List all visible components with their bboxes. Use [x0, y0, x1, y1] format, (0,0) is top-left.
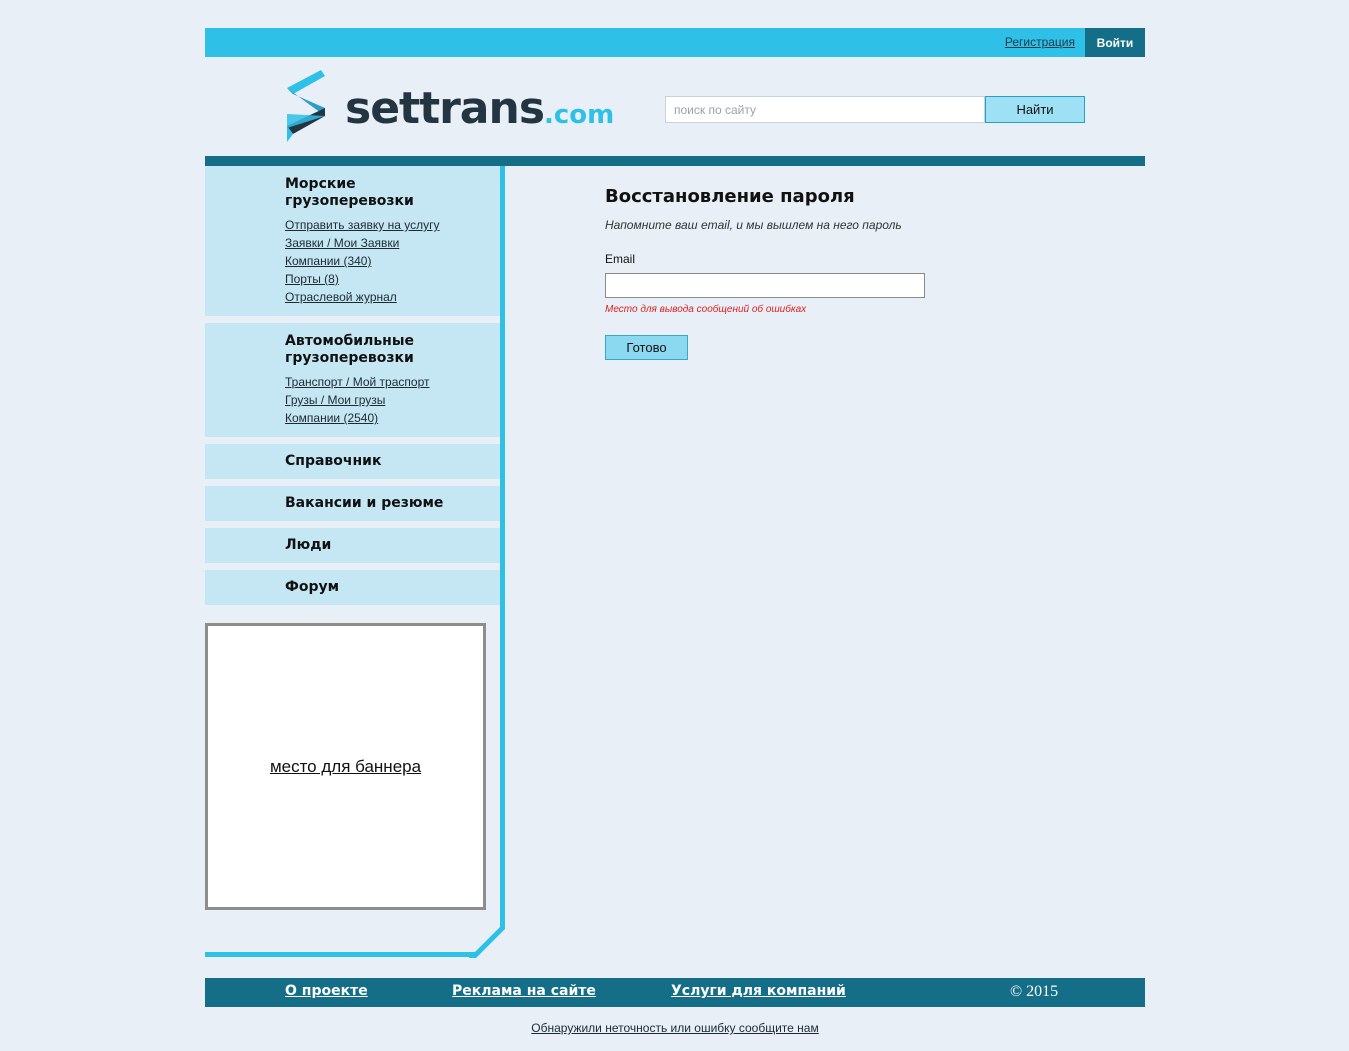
- header-divider: [205, 156, 1145, 166]
- footer-link-services[interactable]: Услуги для компаний: [671, 983, 846, 999]
- sidebar-link-auto-companies[interactable]: Компании (2540): [285, 409, 500, 427]
- search-button[interactable]: Найти: [985, 96, 1085, 123]
- sidebar-link-ports[interactable]: Порты (8): [285, 270, 500, 288]
- sidebar-link-requests[interactable]: Заявки / Мои Заявки: [285, 234, 500, 252]
- email-label: Email: [605, 252, 636, 266]
- sidebar-item-label: Вакансии и резюме: [285, 495, 444, 511]
- sidebar-link-cargo[interactable]: Грузы / Мои грузы: [285, 391, 500, 409]
- password-recovery-form: Восстановление пароля Напомните ваш emai…: [605, 186, 1105, 360]
- sidebar-item-people[interactable]: Люди: [205, 528, 500, 563]
- email-field[interactable]: [605, 273, 925, 298]
- sidebar-border: [500, 166, 505, 926]
- sidebar-section-auto: Автомобильные грузоперевозки Транспорт /…: [205, 323, 500, 437]
- sidebar-link-transport[interactable]: Транспорт / Мой траспорт: [285, 373, 500, 391]
- site-logo[interactable]: settrans.com: [285, 70, 614, 142]
- sidebar-bottom-border: [205, 952, 475, 957]
- footer-link-ads[interactable]: Реклама на сайте: [452, 983, 596, 999]
- report-error-link[interactable]: Обнаружили неточность или ошибку сообщит…: [531, 1021, 818, 1035]
- logo-text: settrans.com: [345, 83, 615, 134]
- sidebar-section-title: Автомобильные грузоперевозки: [285, 333, 415, 366]
- banner-label: место для баннера: [269, 756, 422, 776]
- login-button[interactable]: Войти: [1085, 28, 1145, 57]
- search-input[interactable]: [665, 96, 985, 123]
- sidebar: Морские грузоперевозки Отправить заявку …: [205, 166, 500, 612]
- footer: О проекте Реклама на сайте Услуги для ко…: [205, 978, 1145, 1007]
- sidebar-item-forum[interactable]: Форум: [205, 570, 500, 605]
- top-bar: Регистрация Войти: [205, 28, 1145, 57]
- sidebar-link-journal[interactable]: Отраслевой журнал: [285, 288, 500, 306]
- footer-link-about[interactable]: О проекте: [285, 983, 368, 999]
- logo-mark-icon: [287, 70, 325, 142]
- register-link[interactable]: Регистрация: [1005, 35, 1075, 49]
- copyright: © 2015: [1010, 983, 1059, 1000]
- sidebar-item-directory[interactable]: Справочник: [205, 444, 500, 479]
- error-message: Место для вывода сообщений об ошибках: [605, 304, 807, 315]
- sidebar-item-label: Форум: [285, 579, 340, 595]
- sidebar-section-sea: Морские грузоперевозки Отправить заявку …: [205, 166, 500, 316]
- sidebar-link-companies[interactable]: Компании (340): [285, 252, 500, 270]
- page-subtitle: Напомните ваш email, и мы вышлем на него…: [605, 218, 902, 232]
- sidebar-link-request[interactable]: Отправить заявку на услугу: [285, 216, 500, 234]
- sidebar-section-title: Морские грузоперевозки: [285, 176, 414, 209]
- banner-placeholder[interactable]: место для баннера: [205, 623, 486, 910]
- page-title: Восстановление пароля: [605, 186, 855, 207]
- report-error: Обнаружили неточность или ошибку сообщит…: [205, 1021, 1145, 1035]
- submit-button[interactable]: Готово: [605, 335, 688, 360]
- header: settrans.com Найти: [205, 57, 1145, 156]
- sidebar-item-jobs[interactable]: Вакансии и резюме: [205, 486, 500, 521]
- sidebar-item-label: Люди: [285, 537, 332, 553]
- sidebar-item-label: Справочник: [285, 453, 382, 469]
